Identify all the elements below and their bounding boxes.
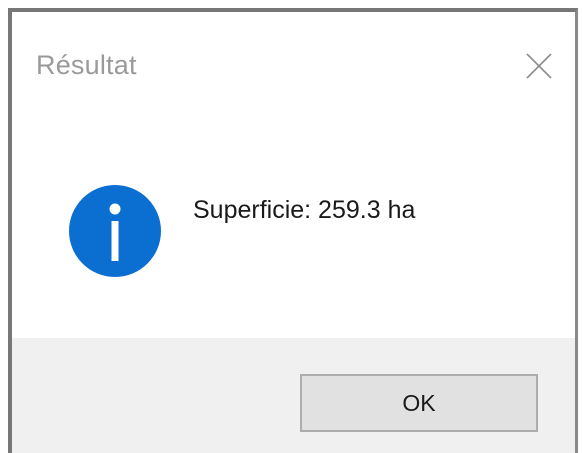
info-icon	[69, 185, 161, 277]
message-dialog: Résultat Superficie: 259.3 ha OK	[8, 8, 578, 453]
dialog-content: Superficie: 259.3 ha	[12, 112, 575, 338]
dialog-footer: OK	[12, 338, 575, 453]
dialog-message: Superficie: 259.3 ha	[193, 196, 416, 224]
ok-button[interactable]: OK	[300, 374, 538, 432]
screen: Résultat Superficie: 259.3 ha OK	[0, 0, 582, 453]
close-button[interactable]	[513, 40, 565, 92]
dialog-titlebar: Résultat	[12, 12, 575, 112]
close-icon	[526, 53, 552, 79]
dialog-title: Résultat	[36, 50, 137, 80]
